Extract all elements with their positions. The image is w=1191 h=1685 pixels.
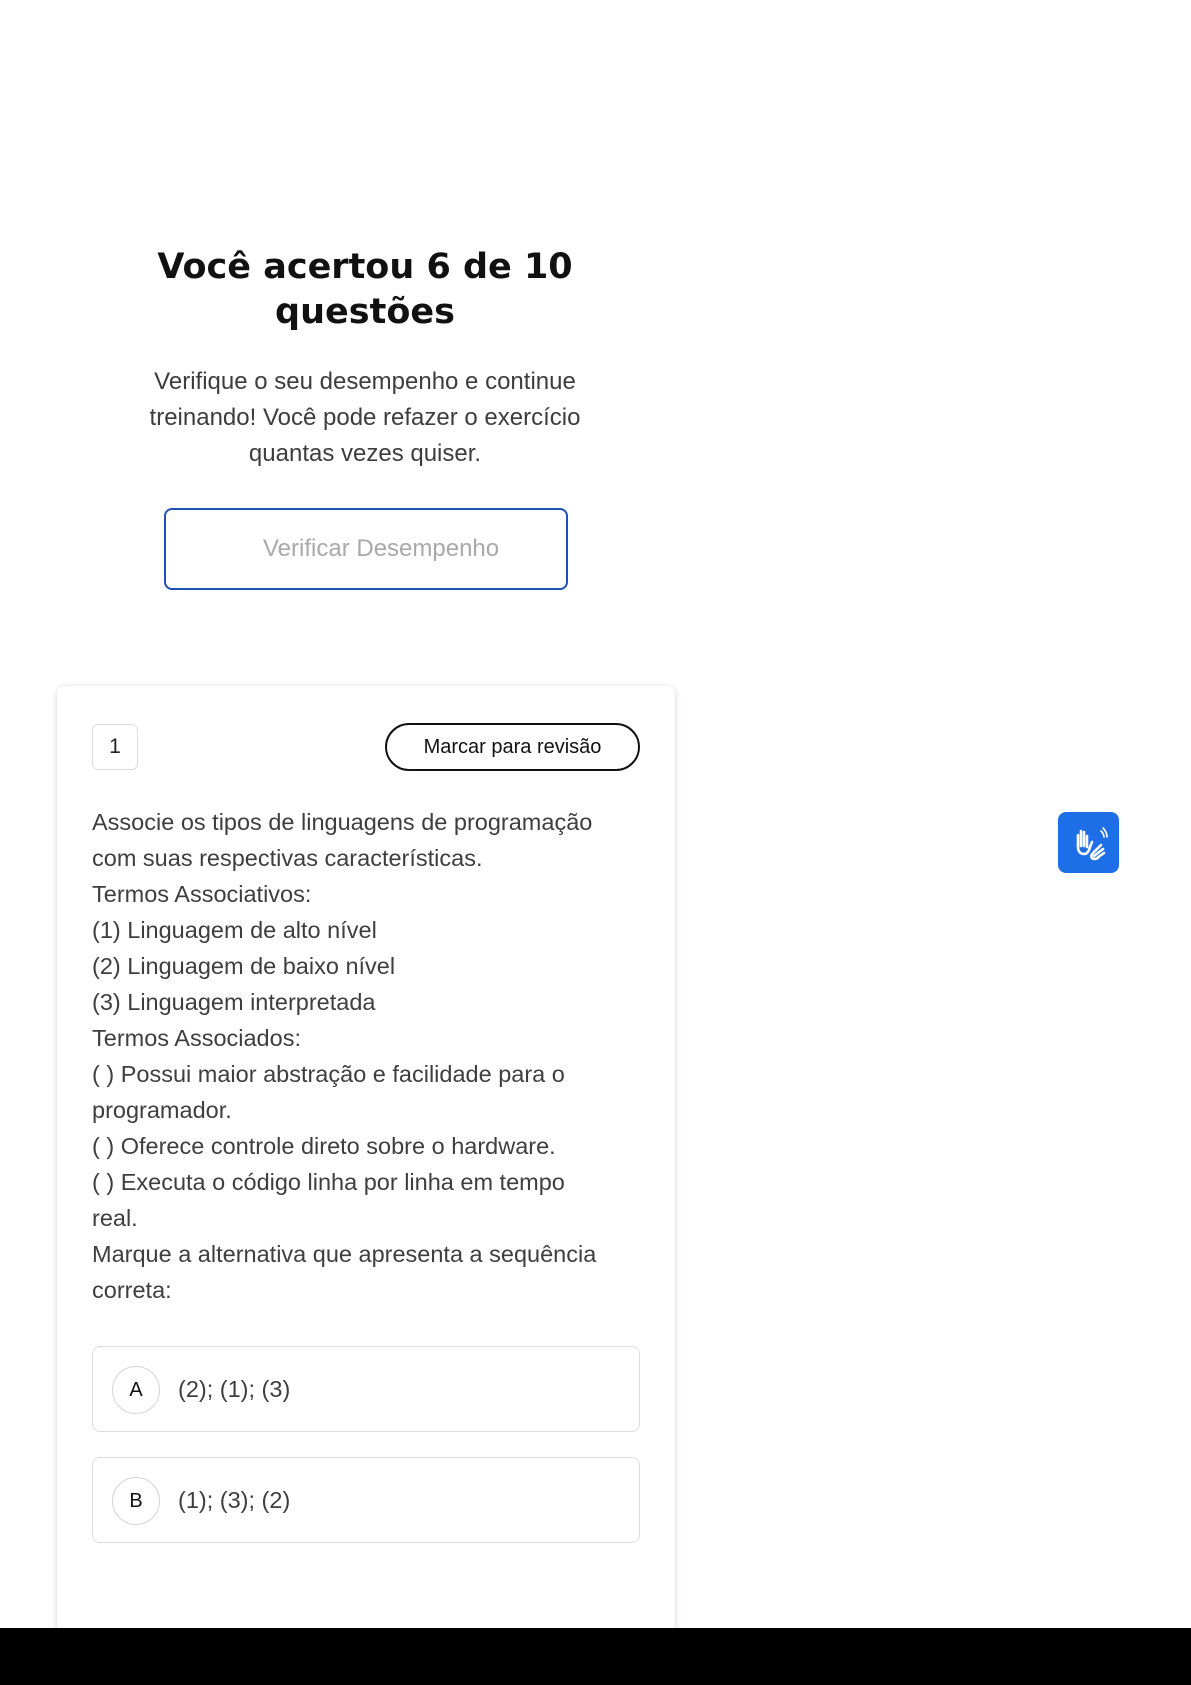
question-card: 1 Marcar para revisão Associe os tipos d… <box>57 686 675 1628</box>
question-line: (3) Linguagem interpretada <box>92 989 376 1015</box>
question-line: ( ) Oferece controle direto sobre o hard… <box>92 1133 556 1159</box>
option-b[interactable]: B (1); (3); (2) <box>92 1457 640 1543</box>
question-line: Marque a alternativa que apresenta a seq… <box>92 1241 597 1267</box>
question-line: Associe os tipos de linguagens de progra… <box>92 809 593 835</box>
question-line: (1) Linguagem de alto nível <box>92 917 377 943</box>
result-title: Você acertou 6 de 10 questões <box>157 247 573 332</box>
option-a[interactable]: A (2); (1); (3) <box>92 1346 640 1432</box>
question-line: ( ) Executa o código linha por linha em … <box>92 1169 565 1195</box>
sign-language-hands-icon <box>1076 826 1108 860</box>
question-line: ( ) Possui maior abstração e facilidade … <box>92 1061 565 1087</box>
question-line: Termos Associativos: <box>92 881 312 907</box>
question-line: Termos Associados: <box>92 1025 301 1051</box>
verify-performance-button[interactable]: Verificar Desempenho <box>164 508 568 590</box>
page: Você acertou 6 de 10 questões Verifique … <box>0 0 1191 1628</box>
question-number: 1 <box>92 724 138 770</box>
mark-for-review-button[interactable]: Marcar para revisão <box>385 723 640 771</box>
question-line: programador. <box>92 1097 232 1123</box>
question-line: correta: <box>92 1277 172 1303</box>
option-letter: B <box>112 1477 160 1525</box>
question-line: com suas respectivas características. <box>92 845 483 871</box>
result-description: Verifique o seu desempenho e continue tr… <box>149 368 581 467</box>
question-line: real. <box>92 1205 138 1231</box>
option-text: (1); (3); (2) <box>178 1487 291 1513</box>
question-text: Associe os tipos de linguagens de progra… <box>92 804 652 1308</box>
sign-language-button[interactable] <box>1058 812 1119 873</box>
option-letter: A <box>112 1366 160 1414</box>
option-text: (2); (1); (3) <box>178 1376 291 1402</box>
question-line: (2) Linguagem de baixo nível <box>92 953 396 979</box>
